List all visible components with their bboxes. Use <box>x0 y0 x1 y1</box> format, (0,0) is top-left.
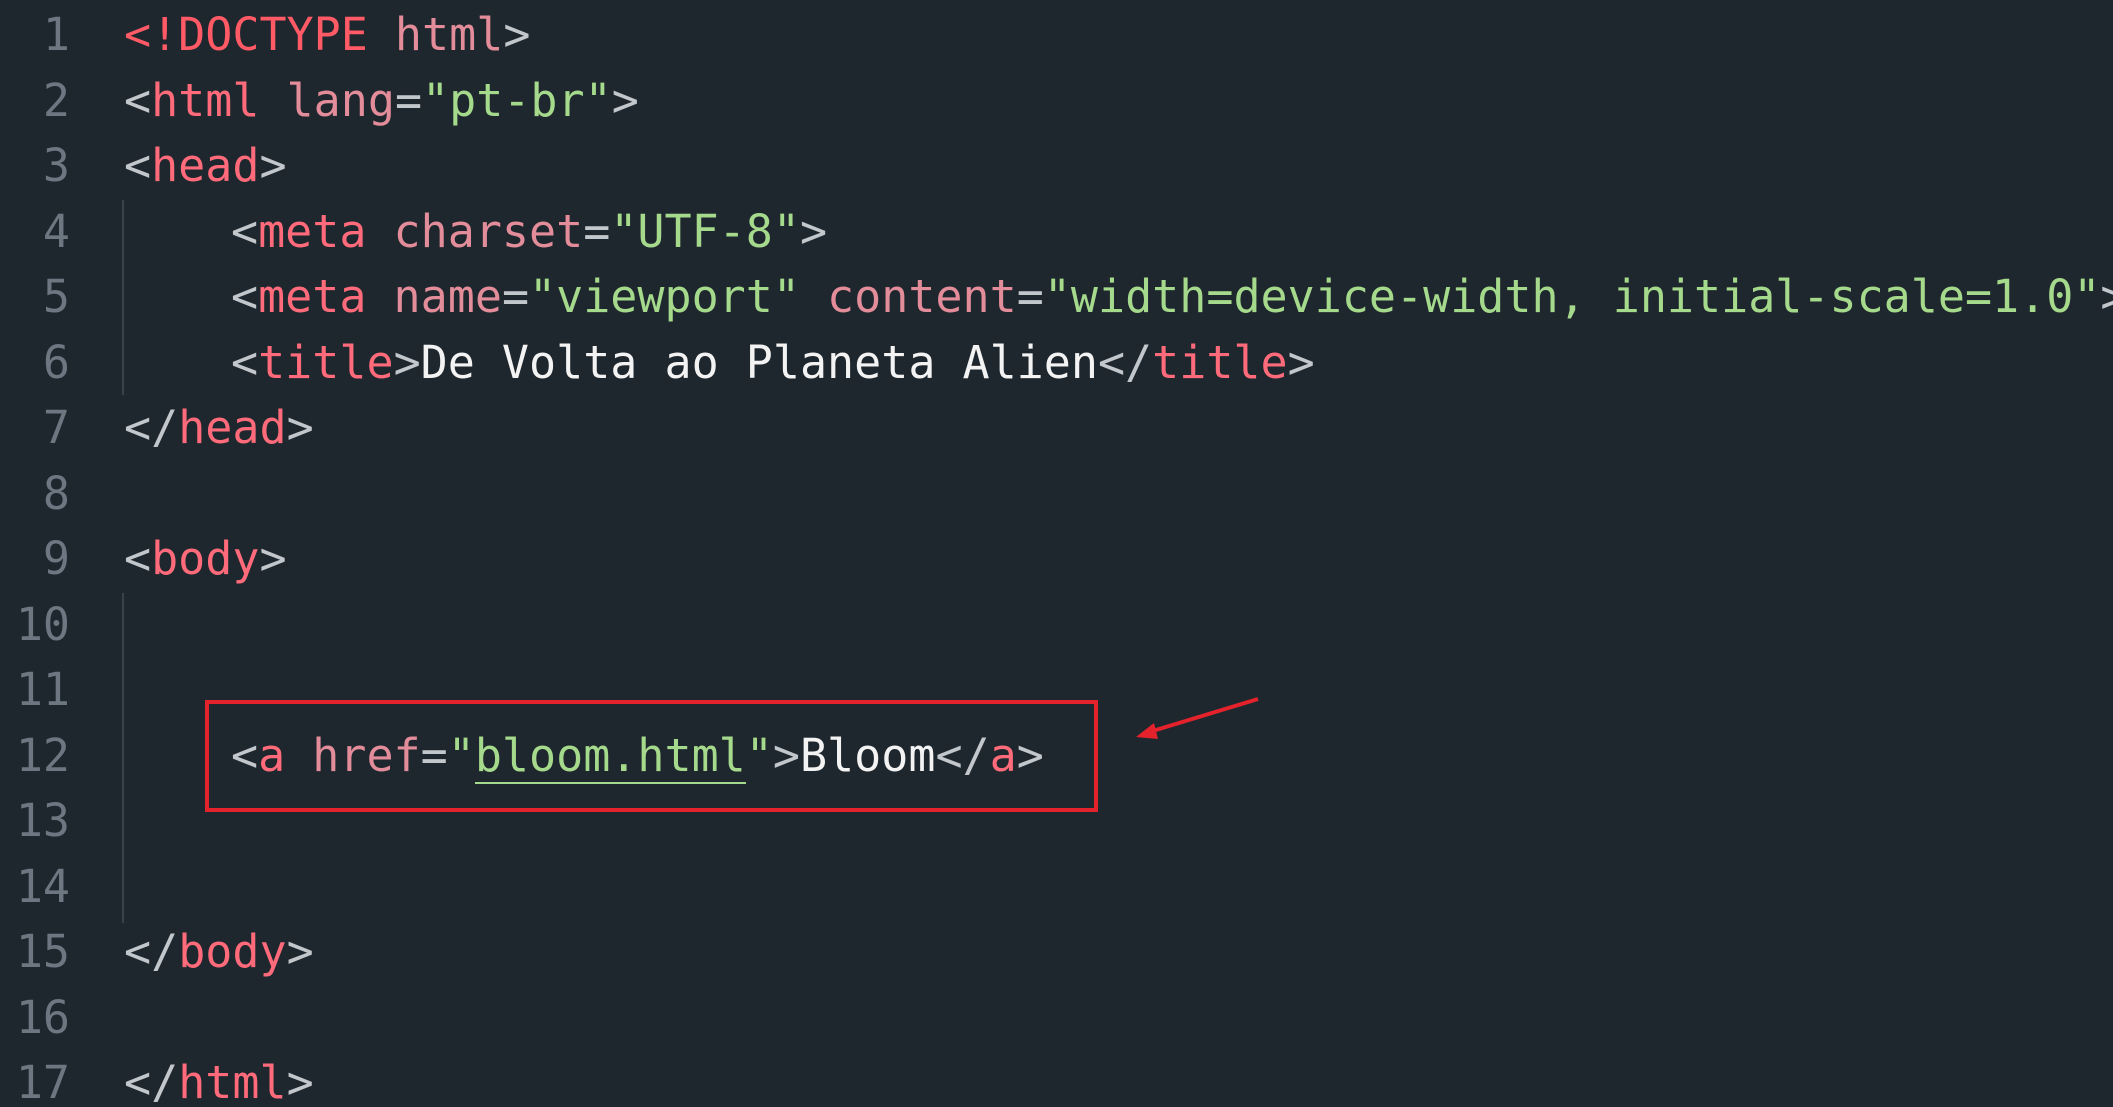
line-number: 17 <box>15 1056 70 1107</box>
code-token: > <box>286 401 314 454</box>
code-token: < <box>231 205 259 258</box>
code-token: body <box>151 532 260 585</box>
line-number: 12 <box>15 729 70 782</box>
code-content: </head> <box>124 401 314 454</box>
code-token: = <box>394 74 423 127</box>
code-token: > <box>2100 270 2113 323</box>
line-number: 16 <box>15 991 70 1044</box>
code-token: </ <box>1097 336 1153 389</box>
code-content: <!DOCTYPE html> <box>124 8 530 61</box>
line-number: 11 <box>15 663 70 716</box>
code-token: head <box>178 401 287 454</box>
code-token: html <box>367 8 504 61</box>
code-line[interactable]: 1 <!DOCTYPE html> <box>0 2 2113 68</box>
code-token: <!DOCTYPE <box>124 8 368 61</box>
code-token: head <box>151 139 260 192</box>
code-line[interactable]: 2 <html lang="pt-br"> <box>0 68 2113 134</box>
line-number: 10 <box>15 598 70 651</box>
code-token: De Volta ao Planeta Alien <box>420 336 1098 389</box>
code-token: "viewport" <box>529 270 800 323</box>
code-token: > <box>286 925 314 978</box>
code-token: < <box>231 270 259 323</box>
code-token: </ <box>124 925 179 978</box>
line-number: 4 <box>42 205 70 258</box>
line-number: 6 <box>42 336 70 389</box>
code-content: </body> <box>124 925 314 978</box>
code-token: > <box>286 1056 314 1107</box>
code-line[interactable]: 3 <head> <box>0 133 2113 199</box>
code-token: > <box>393 336 421 389</box>
line-number: 9 <box>42 532 70 585</box>
code-token: meta <box>258 205 367 258</box>
code-token: > <box>259 532 287 585</box>
code-content: </html> <box>124 1056 314 1107</box>
code-line[interactable]: 9 <body> <box>0 526 2113 592</box>
line-number: 7 <box>42 401 70 454</box>
code-token: html <box>151 74 260 127</box>
line-number: 14 <box>15 860 70 913</box>
code-token: > <box>503 8 531 61</box>
line-number: 13 <box>15 794 70 847</box>
code-line[interactable]: 14 <box>0 854 2113 920</box>
code-token: charset <box>366 205 584 258</box>
line-number: 1 <box>42 8 70 61</box>
code-line[interactable]: 5 <meta name="viewport" content="width=de… <box>0 264 2113 330</box>
code-token: = <box>1016 270 1044 323</box>
code-token: body <box>178 925 287 978</box>
highlight-box <box>205 700 1098 812</box>
code-token: title <box>1152 336 1288 389</box>
code-token: "UTF-8" <box>610 205 800 258</box>
code-token: "pt-br" <box>422 74 612 127</box>
code-line[interactable]: 6 <title>De Volta ao Planeta Alien</title… <box>0 330 2113 396</box>
code-token: name <box>366 270 502 323</box>
code-token: < <box>231 336 259 389</box>
code-token: < <box>124 139 152 192</box>
code-line[interactable]: 10 <box>0 592 2113 658</box>
code-token: < <box>124 532 152 585</box>
code-token: > <box>259 139 287 192</box>
code-token: meta <box>258 270 367 323</box>
line-number: 5 <box>42 270 70 323</box>
code-content: <title>De Volta ao Planeta Alien</title> <box>231 336 1315 389</box>
code-token: html <box>178 1056 287 1107</box>
code-token: = <box>583 205 611 258</box>
code-token: title <box>258 336 394 389</box>
line-number: 3 <box>42 139 70 192</box>
code-line[interactable]: 15 </body> <box>0 919 2113 985</box>
code-token: > <box>799 205 828 258</box>
code-line[interactable]: 7 </head> <box>0 395 2113 461</box>
code-token: lang <box>259 74 395 127</box>
code-content: <meta charset="UTF-8"> <box>231 205 827 258</box>
code-token: </ <box>124 401 179 454</box>
code-content: <head> <box>124 139 287 192</box>
code-content: <html lang="pt-br"> <box>124 74 639 127</box>
code-token: </ <box>124 1056 179 1107</box>
line-number: 8 <box>42 467 70 520</box>
line-number: 15 <box>15 925 70 978</box>
code-content: <body> <box>124 532 287 585</box>
code-line[interactable]: 8 <box>0 461 2113 527</box>
code-token: content <box>799 270 1017 323</box>
code-token: > <box>611 74 639 127</box>
code-token: > <box>1287 336 1315 389</box>
code-line[interactable]: 16 <box>0 985 2113 1051</box>
code-line[interactable]: 4 <meta charset="UTF-8"> <box>0 199 2113 265</box>
code-token: = <box>501 270 530 323</box>
code-token: < <box>124 74 152 127</box>
code-editor[interactable]: 1 <!DOCTYPE html> 2 <html lang="pt-br"> 3 <he… <box>0 0 2113 1107</box>
code-content: <meta name="viewport" content="width=dev… <box>231 270 2113 323</box>
line-number: 2 <box>42 74 70 127</box>
code-line[interactable]: 17 </html> <box>0 1050 2113 1107</box>
annotation-arrow-icon <box>1136 697 1259 739</box>
code-token: "width=device-width, initial-scale=1.0" <box>1043 270 2101 323</box>
